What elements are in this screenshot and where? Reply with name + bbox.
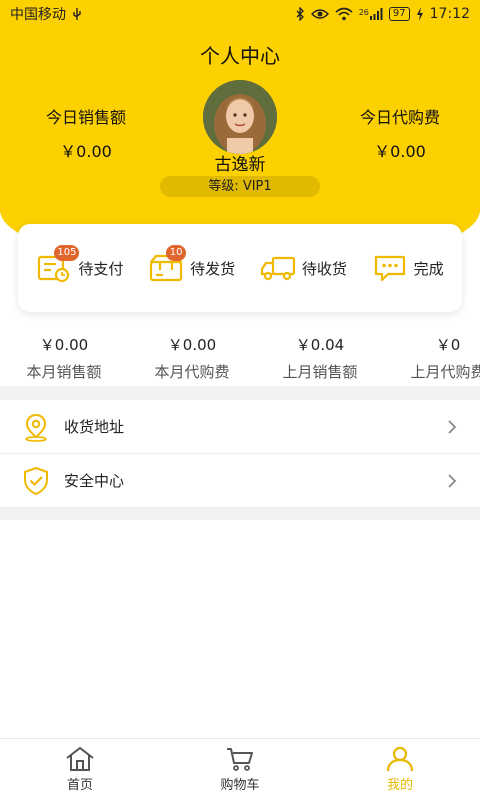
tab-profile-label: 我的 xyxy=(386,778,413,793)
usb-icon xyxy=(73,8,81,20)
eye-icon xyxy=(310,9,329,19)
chevron-right-icon xyxy=(448,419,457,434)
order-completed[interactable]: 完成 xyxy=(372,253,444,283)
bottom-tab-bar: 首页 购物车 我的 xyxy=(0,738,480,800)
month-stat-label: 上月销售额 xyxy=(282,363,358,381)
avatar-image xyxy=(203,80,277,154)
signal-icon xyxy=(369,8,383,20)
signal-indicator: 26 xyxy=(359,8,383,20)
month-stat-value: ￥0.00 xyxy=(167,336,217,354)
cart-icon xyxy=(227,748,253,771)
avatar[interactable] xyxy=(203,80,277,154)
page-title: 个人中心 xyxy=(200,44,280,68)
charging-icon xyxy=(416,7,423,21)
menu-shipping-address[interactable]: 收货地址 xyxy=(0,400,480,454)
status-bar: 中国移动 26 97 17:12 xyxy=(0,0,480,28)
menu-security-center[interactable]: 安全中心 xyxy=(0,454,480,508)
tab-home[interactable]: 首页 xyxy=(0,739,160,800)
month-stat-label: 本月销售额 xyxy=(26,363,102,381)
today-sales-label: 今日销售额 xyxy=(45,108,126,127)
month-stat-item: ￥0.00 本月销售额 xyxy=(0,334,128,386)
month-stat-value: ￥0.00 xyxy=(39,336,89,354)
home-icon xyxy=(66,746,94,771)
order-pending-payment-label: 待支付 xyxy=(78,259,124,278)
shield-check-icon xyxy=(24,466,48,495)
user-icon xyxy=(386,746,414,772)
username: 古逸新 xyxy=(214,155,266,175)
month-stat-item: ￥0.00 本月代购费 xyxy=(128,334,256,386)
monthly-stats-scroller[interactable]: ￥0.00 本月销售额 ￥0.00 本月代购费 ￥0.04 上月销售额 ￥0 上… xyxy=(0,334,480,386)
bluetooth-icon xyxy=(296,7,304,21)
tab-cart-label: 购物车 xyxy=(220,778,260,793)
month-stat-item: ￥0.04 上月销售额 xyxy=(256,334,384,386)
pending-payment-badge: 105 xyxy=(54,245,80,261)
chevron-right-icon xyxy=(448,473,457,488)
level-badge: 等级: VIP1 xyxy=(160,176,320,197)
settings-menu: 收货地址 安全中心 xyxy=(0,400,480,508)
month-stat-value: ￥0 xyxy=(435,336,461,354)
order-pending-payment[interactable]: 105 待支付 xyxy=(36,245,124,283)
order-pending-receipt[interactable]: 待收货 xyxy=(260,253,347,283)
month-stat-item: ￥0 上月代购费 xyxy=(384,334,480,386)
menu-shipping-address-label: 收货地址 xyxy=(64,418,125,436)
clock: 17:12 xyxy=(429,6,470,22)
signal-tag: 26 xyxy=(358,8,369,17)
tab-profile[interactable]: 我的 xyxy=(320,739,480,800)
location-pin-icon xyxy=(25,413,47,442)
invoice-clock-icon: 105 xyxy=(36,245,80,283)
package-icon: 10 xyxy=(148,245,187,283)
section-divider xyxy=(0,386,480,400)
battery-level: 97 xyxy=(388,7,410,21)
carrier-name: 中国移动 xyxy=(10,7,66,23)
today-purchase-label: 今日代购费 xyxy=(359,108,440,127)
order-pending-shipment-label: 待发货 xyxy=(190,259,236,278)
month-stat-value: ￥0.04 xyxy=(295,336,345,354)
wifi-icon xyxy=(335,7,353,21)
order-pending-shipment[interactable]: 10 待发货 xyxy=(148,245,236,283)
tab-cart[interactable]: 购物车 xyxy=(160,739,320,800)
menu-security-center-label: 安全中心 xyxy=(64,472,125,490)
order-completed-label: 完成 xyxy=(413,259,444,278)
section-divider xyxy=(0,508,480,520)
order-pending-receipt-label: 待收货 xyxy=(301,259,347,278)
truck-icon xyxy=(260,253,296,283)
order-status-card: 105 待支付 10 待发货 待收货 完成 xyxy=(18,224,462,312)
pending-shipment-badge: 10 xyxy=(166,245,187,261)
month-stat-label: 本月代购费 xyxy=(154,363,230,381)
month-stat-label: 上月代购费 xyxy=(410,363,480,381)
chat-bubble-icon xyxy=(372,253,408,283)
tab-home-label: 首页 xyxy=(66,778,93,793)
